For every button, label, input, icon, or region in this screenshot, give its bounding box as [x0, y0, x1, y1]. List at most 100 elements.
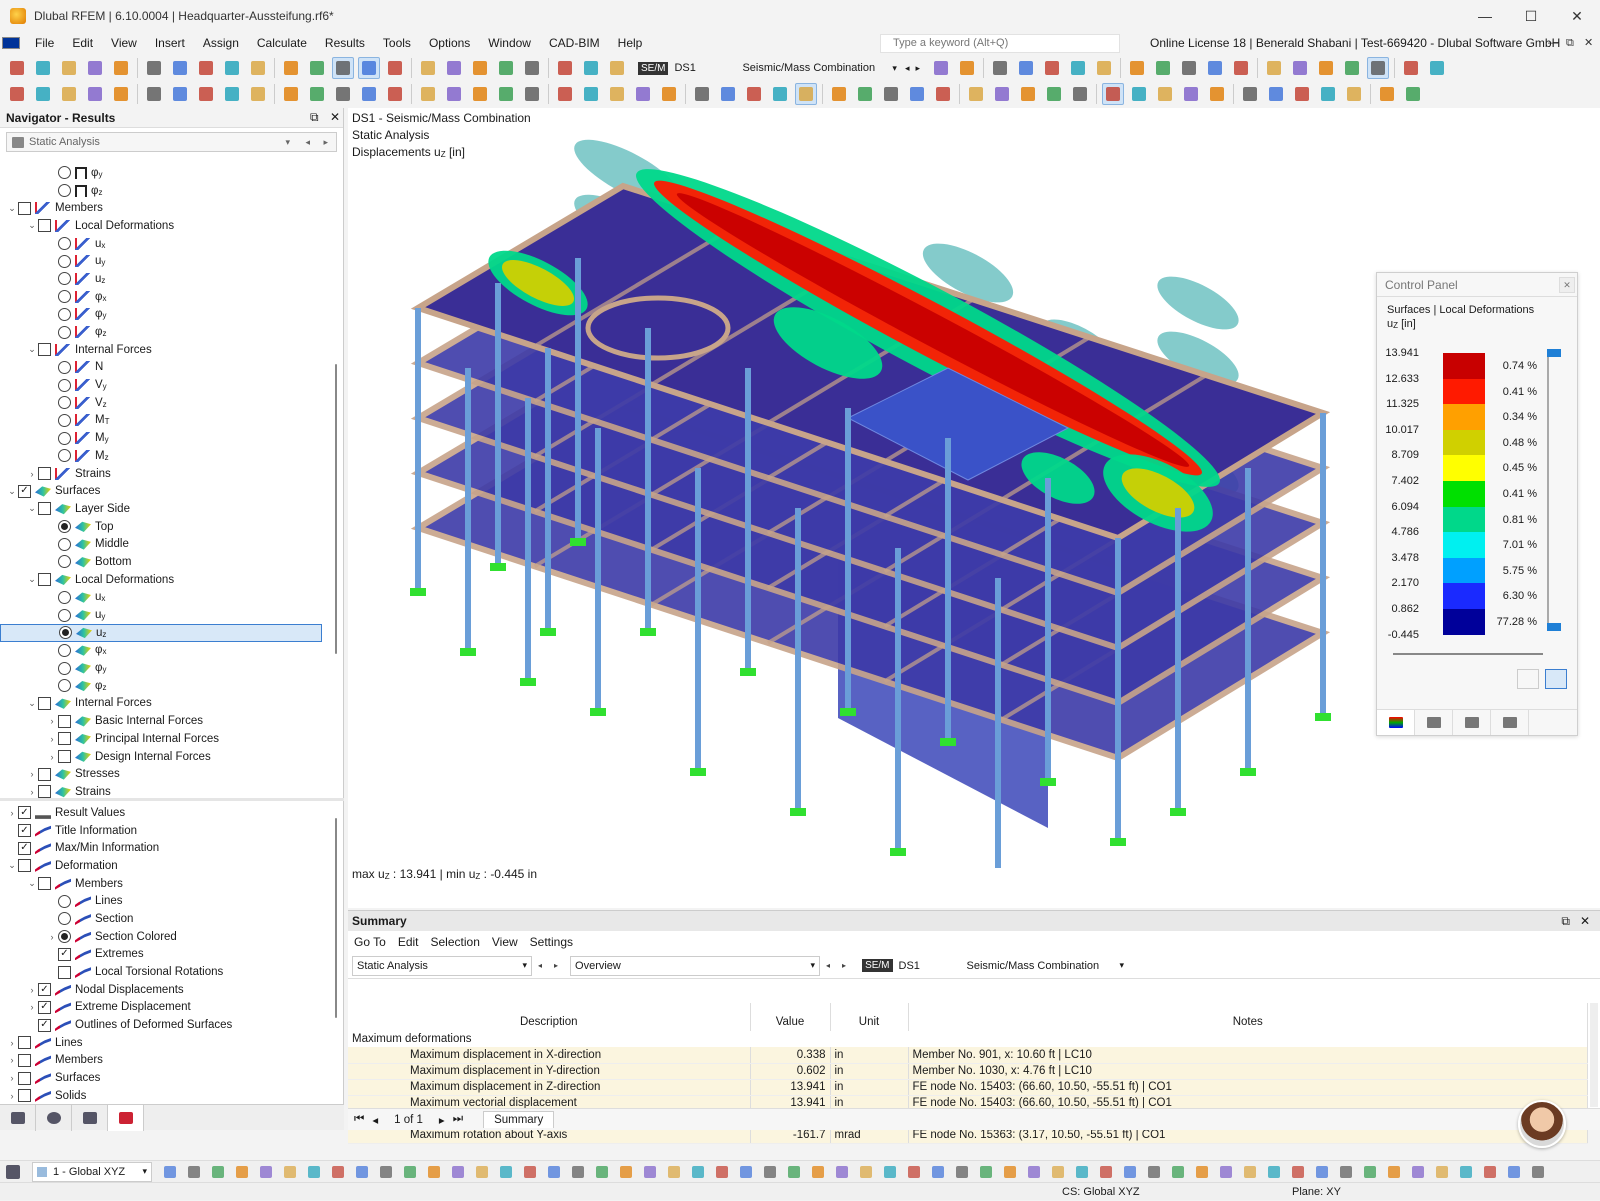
status-tool-0-icon[interactable] [159, 1161, 181, 1182]
search-input[interactable]: Type a keyword (Alt+Q) [880, 34, 1120, 53]
color-scale-tab-icon[interactable] [1377, 710, 1415, 735]
tool-tb2-12-icon[interactable] [280, 83, 302, 105]
collapse-icon[interactable]: ⌄ [26, 503, 38, 514]
tool-tb1-20-icon[interactable] [469, 57, 491, 79]
tree-item-u-x[interactable]: ux [0, 235, 330, 253]
tool-tb2-30-icon[interactable] [691, 83, 713, 105]
status-tool-56-icon[interactable] [1503, 1161, 1525, 1182]
tree-item-deformation[interactable]: ⌄ Deformation [0, 857, 330, 875]
tree-item-u-y[interactable]: uy [0, 252, 330, 270]
navigator-close-icon[interactable]: ✕ [330, 110, 340, 124]
status-tool-45-icon[interactable] [1239, 1161, 1261, 1182]
mdi-minimize-button[interactable]: — [1548, 32, 1559, 54]
tool-tb1-49-icon[interactable] [1426, 57, 1448, 79]
tool-tb1-7-icon[interactable] [169, 57, 191, 79]
tree-item-v-z[interactable]: Vz [0, 394, 330, 412]
tool-tb2-44-icon[interactable] [1017, 83, 1039, 105]
collapse-icon[interactable]: ⌄ [26, 574, 38, 585]
checkbox[interactable] [58, 732, 71, 746]
checkbox[interactable] [38, 785, 51, 799]
collapse-icon[interactable]: ⌄ [26, 220, 38, 231]
tool-tb1-16-icon[interactable] [384, 57, 406, 79]
status-tool-15-icon[interactable] [519, 1161, 541, 1182]
status-tool-10-icon[interactable] [399, 1161, 421, 1182]
radio-button[interactable] [58, 272, 71, 286]
tool-tb1-3-icon[interactable] [84, 57, 106, 79]
legend-scrollbar[interactable] [1393, 653, 1543, 655]
tool-tb2-25-icon[interactable] [580, 83, 602, 105]
radio-button[interactable] [58, 378, 71, 392]
tool-tb1-25-icon[interactable] [580, 57, 602, 79]
tool-tb2-46-icon[interactable] [1069, 83, 1091, 105]
expand-icon[interactable]: › [6, 1038, 18, 1048]
radio-button[interactable] [58, 184, 71, 198]
tool-tb1-22-icon[interactable] [521, 57, 543, 79]
status-tool-35-icon[interactable] [999, 1161, 1021, 1182]
tool-tb2-15-icon[interactable] [358, 83, 380, 105]
assistant-avatar[interactable] [1518, 1100, 1566, 1148]
tool-tb2-26-icon[interactable] [606, 83, 628, 105]
tool-tb2-9-icon[interactable] [221, 83, 243, 105]
next-icon[interactable]: ▸ [554, 961, 558, 970]
tool-tb1-21-icon[interactable] [495, 57, 517, 79]
checkbox[interactable] [38, 767, 51, 781]
legend-options-icon[interactable] [1517, 669, 1539, 689]
tool-tb1-46-icon[interactable] [1367, 57, 1389, 79]
menu-assign[interactable]: Assign [194, 32, 248, 54]
summary-menu-view[interactable]: View [492, 935, 530, 949]
status-tool-27-icon[interactable] [807, 1161, 829, 1182]
status-tool-32-icon[interactable] [927, 1161, 949, 1182]
status-tool-14-icon[interactable] [495, 1161, 517, 1182]
tree-item-solids[interactable]: › Solids [0, 1087, 330, 1104]
status-tool-29-icon[interactable] [855, 1161, 877, 1182]
tool-tb2-31-icon[interactable] [717, 83, 739, 105]
tool-tb2-6-icon[interactable] [143, 83, 165, 105]
status-tool-6-icon[interactable] [303, 1161, 325, 1182]
status-tool-18-icon[interactable] [591, 1161, 613, 1182]
col-unit[interactable]: Unit [830, 1003, 909, 1031]
radio-button[interactable] [58, 894, 71, 908]
menu-results[interactable]: Results [316, 32, 374, 54]
tree-item---y[interactable]: φy [0, 659, 330, 677]
tool-tb2-2-icon[interactable] [58, 83, 80, 105]
tree-item-m-y[interactable]: My [0, 429, 330, 447]
collapse-icon[interactable]: ⌄ [26, 878, 38, 889]
radio-button[interactable] [58, 325, 71, 339]
status-tool-12-icon[interactable] [447, 1161, 469, 1182]
tree-item-members[interactable]: ⌄ Members [0, 199, 330, 217]
tool-tb2-28-icon[interactable] [658, 83, 680, 105]
expand-icon[interactable]: › [26, 469, 38, 479]
radio-button[interactable] [58, 555, 71, 569]
load-combination-select[interactable]: SE/M DS1 Seismic/Mass Combination ▾ ◂ ▸ [634, 58, 924, 78]
menu-calculate[interactable]: Calculate [248, 32, 316, 54]
menu-insert[interactable]: Insert [146, 32, 194, 54]
checkbox[interactable] [18, 1036, 31, 1050]
results-tab-icon[interactable] [108, 1105, 144, 1131]
status-tool-19-icon[interactable] [615, 1161, 637, 1182]
summary-overview-select[interactable]: Overview ▾ [570, 955, 821, 976]
status-tool-9-icon[interactable] [375, 1161, 397, 1182]
tree-item-layer-side[interactable]: ⌄ Layer Side [0, 500, 330, 518]
expand-icon[interactable]: › [26, 1002, 38, 1012]
status-tool-2-icon[interactable] [207, 1161, 229, 1182]
factors-tab-icon[interactable] [1415, 710, 1453, 735]
tool-tb1-26-icon[interactable] [606, 57, 628, 79]
tree-item-lines[interactable]: › Lines [0, 1034, 330, 1052]
tree-item-nodal-displacements[interactable]: › ✓ Nodal Displacements [0, 981, 330, 999]
status-tool-3-icon[interactable] [231, 1161, 253, 1182]
tool-tb2-1-icon[interactable] [32, 83, 54, 105]
tool-tb2-40-icon[interactable] [932, 83, 954, 105]
menu-help[interactable]: Help [609, 32, 652, 54]
status-tool-7-icon[interactable] [327, 1161, 349, 1182]
summary-restore-icon[interactable]: ⧉ [1561, 911, 1570, 931]
tool-tb2-39-icon[interactable] [906, 83, 928, 105]
summary-menu-selection[interactable]: Selection [431, 935, 492, 949]
collapse-icon[interactable]: ⌄ [6, 860, 18, 871]
tree-item-extreme-displacement[interactable]: › ✓ Extreme Displacement [0, 999, 330, 1017]
tree-item-strains[interactable]: › Strains [0, 465, 330, 483]
collapse-icon[interactable]: ⌄ [6, 203, 18, 214]
tree-item-section-colored[interactable]: › Section Colored [0, 928, 330, 946]
tree-item---x[interactable]: φx [0, 288, 330, 306]
summary-close-icon[interactable]: ✕ [1580, 911, 1590, 931]
status-tool-57-icon[interactable] [1527, 1161, 1549, 1182]
